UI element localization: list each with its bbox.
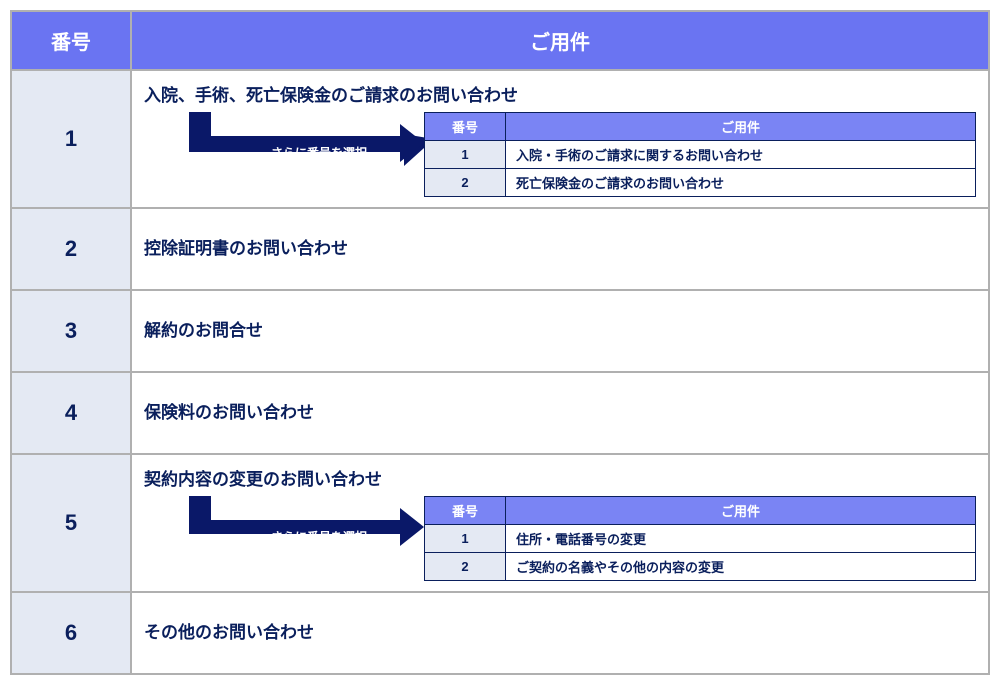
table-row: 5 契約内容の変更のお問い合わせ さらに番号を選択 番号 ご xyxy=(11,454,989,592)
arrow-label: さらに番号を選択 xyxy=(234,144,404,161)
sub-row-number: 1 xyxy=(425,525,506,553)
sub-row-text: 死亡保険金のご請求のお問い合わせ xyxy=(506,169,976,197)
sub-row-text: ご契約の名義やその他の内容の変更 xyxy=(506,553,976,581)
sub-header-number: 番号 xyxy=(425,113,506,141)
header-number: 番号 xyxy=(11,11,131,70)
ivr-menu-table: 番号 ご用件 1 入院、手術、死亡保険金のご請求のお問い合わせ さらに番号を選択 xyxy=(10,10,990,675)
sub-row-text: 入院・手術のご請求に関するお問い合わせ xyxy=(506,141,976,169)
arrow-label: さらに番号を選択 xyxy=(234,528,404,545)
row-title: その他のお問い合わせ xyxy=(144,618,976,643)
table-row: 2 控除証明書のお問い合わせ xyxy=(11,208,989,290)
row-number: 6 xyxy=(11,592,131,674)
row-content: 控除証明書のお問い合わせ xyxy=(131,208,989,290)
row-title: 入院、手術、死亡保険金のご請求のお問い合わせ xyxy=(144,81,976,106)
sub-row: 1 入院・手術のご請求に関するお問い合わせ xyxy=(425,141,976,169)
table-row: 6 その他のお問い合わせ xyxy=(11,592,989,674)
row-title: 契約内容の変更のお問い合わせ xyxy=(144,465,976,490)
sub-row-number: 2 xyxy=(425,553,506,581)
sub-header-topic: ご用件 xyxy=(506,497,976,525)
sub-header-number: 番号 xyxy=(425,497,506,525)
table-row: 4 保険料のお問い合わせ xyxy=(11,372,989,454)
row-number: 3 xyxy=(11,290,131,372)
header-topic: ご用件 xyxy=(131,11,989,70)
row-number: 4 xyxy=(11,372,131,454)
sub-row-number: 1 xyxy=(425,141,506,169)
row-content: 入院、手術、死亡保険金のご請求のお問い合わせ さらに番号を選択 番号 xyxy=(131,70,989,208)
row-number: 1 xyxy=(11,70,131,208)
row-title: 保険料のお問い合わせ xyxy=(144,398,976,423)
sub-select-arrow: さらに番号を選択 xyxy=(144,112,424,197)
table-row: 3 解約のお問合せ xyxy=(11,290,989,372)
sub-row-text: 住所・電話番号の変更 xyxy=(506,525,976,553)
row-content: 解約のお問合せ xyxy=(131,290,989,372)
sub-row: 2 ご契約の名義やその他の内容の変更 xyxy=(425,553,976,581)
table-row: 1 入院、手術、死亡保険金のご請求のお問い合わせ さらに番号を選択 xyxy=(11,70,989,208)
row-content: その他のお問い合わせ xyxy=(131,592,989,674)
row-title: 解約のお問合せ xyxy=(144,316,976,341)
sub-select-arrow: さらに番号を選択 xyxy=(144,496,424,581)
sub-header-topic: ご用件 xyxy=(506,113,976,141)
sub-menu-table: 番号 ご用件 1 住所・電話番号の変更 2 ご契約の名義やその他の内 xyxy=(424,496,976,581)
row-content: 保険料のお問い合わせ xyxy=(131,372,989,454)
row-content: 契約内容の変更のお問い合わせ さらに番号を選択 番号 ご用件 xyxy=(131,454,989,592)
row-title: 控除証明書のお問い合わせ xyxy=(144,234,976,259)
row-number: 5 xyxy=(11,454,131,592)
sub-menu-table: 番号 ご用件 1 入院・手術のご請求に関するお問い合わせ 2 死亡保 xyxy=(424,112,976,197)
row-number: 2 xyxy=(11,208,131,290)
sub-row: 1 住所・電話番号の変更 xyxy=(425,525,976,553)
sub-row-number: 2 xyxy=(425,169,506,197)
sub-row: 2 死亡保険金のご請求のお問い合わせ xyxy=(425,169,976,197)
